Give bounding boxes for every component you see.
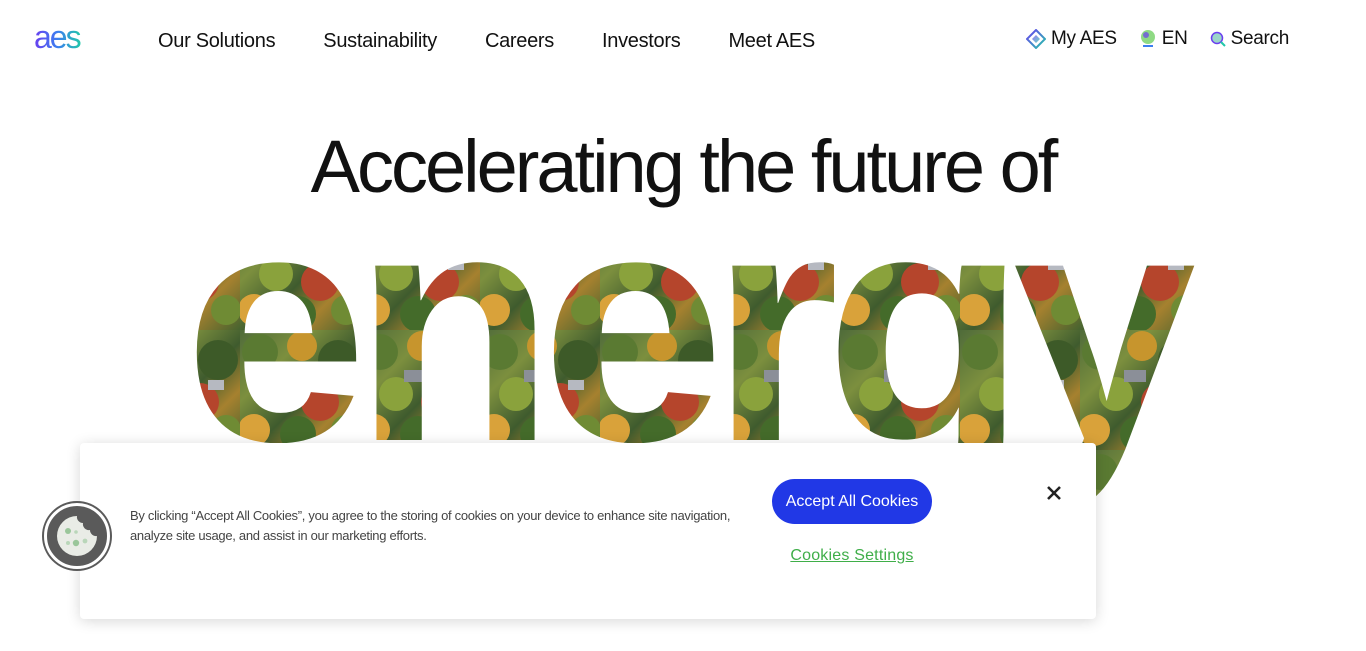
cookie-consent-banner: By clicking “Accept All Cookies”, you ag… [80,443,1096,619]
hero-headline: Accelerating the future of [310,125,1059,208]
nav-meet-aes[interactable]: Meet AES [728,30,815,53]
cookie-icon [57,516,97,556]
my-aes-label: My AES [1051,28,1117,49]
cookie-consent-text: By clicking “Accept All Cookies”, you ag… [130,508,731,543]
accept-all-cookies-button[interactable]: Accept All Cookies [772,479,932,524]
nav-careers[interactable]: Careers [485,30,554,53]
site-header: aes Our Solutions Sustainability Careers… [0,0,1366,84]
language-selector[interactable]: EN [1139,28,1188,50]
aes-logo[interactable]: aes [34,19,96,56]
nav-investors[interactable]: Investors [602,30,681,53]
nav-sustainability[interactable]: Sustainability [323,30,437,53]
cookie-preferences-button[interactable] [44,503,110,569]
close-icon[interactable] [1042,481,1066,505]
my-aes-link[interactable]: My AES [1026,28,1117,50]
language-label: EN [1161,28,1188,49]
cookies-settings-link[interactable]: Cookies Settings [772,547,932,565]
svg-text:aes: aes [34,22,81,55]
search-icon [1210,31,1226,47]
nav-our-solutions[interactable]: Our Solutions [158,30,276,53]
diamond-icon [1026,29,1047,49]
aes-logo-mark: aes [34,19,83,55]
globe-icon [1140,30,1155,47]
search-label: Search [1230,28,1290,49]
utility-nav: My AES EN Search [1004,28,1289,50]
search-link[interactable]: Search [1210,28,1289,50]
main-nav: Our Solutions Sustainability Careers Inv… [158,30,863,53]
